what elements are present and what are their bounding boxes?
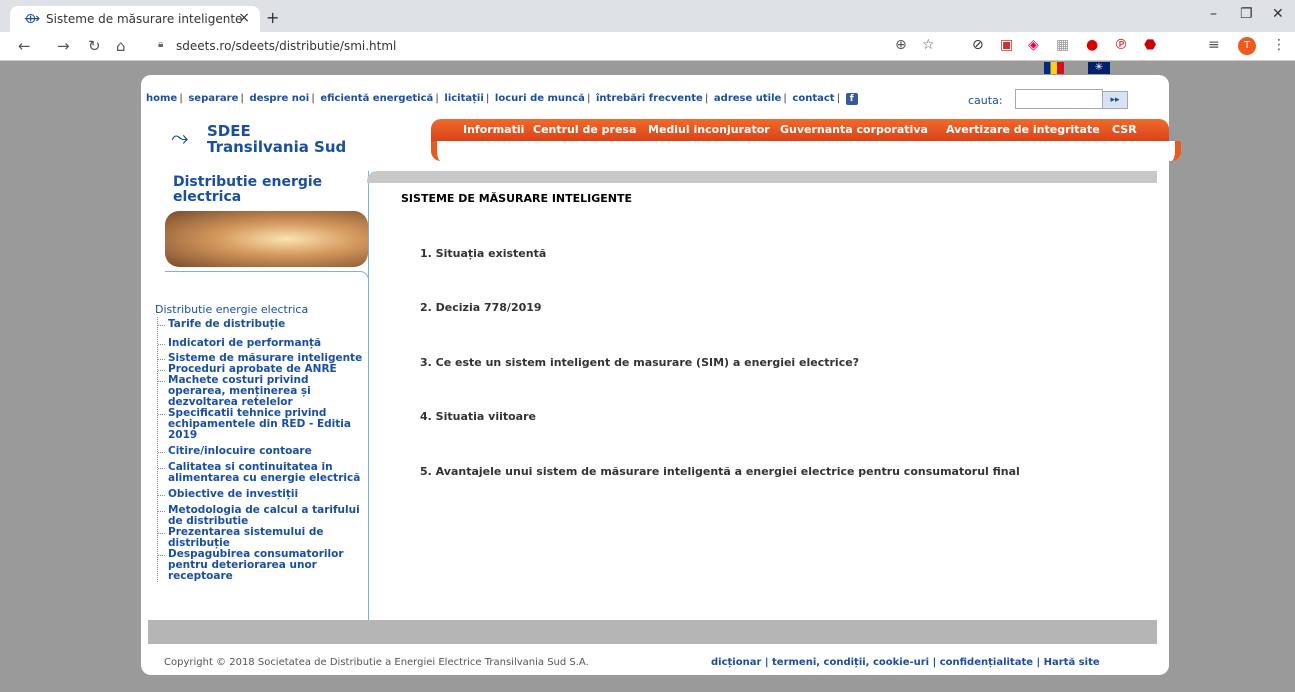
extension-block-icon[interactable]: ⊘ [972,37,984,53]
sidebar-item-obiective[interactable]: Obiective de investiții [158,489,363,500]
page-title: SISTEME DE MĂSURARE INTELIGENTE [401,192,633,205]
extension-badge-icon[interactable]: ◈ [1028,37,1039,53]
sidebar-item-machete[interactable]: Machete costuri privind operarea, mențin… [158,375,363,408]
top-link-separare[interactable]: separare [188,93,238,104]
close-window-button[interactable]: ✕ [1272,6,1284,22]
tab-close-icon[interactable]: × [238,10,250,26]
english-flag-icon[interactable]: ✳ [1088,62,1110,74]
menu-icon[interactable]: ⋮ [1272,37,1286,53]
content-link-5[interactable]: 5. Avantajele unui sistem de măsurare in… [420,465,1020,478]
romanian-flag-icon[interactable] [1044,62,1064,74]
footer-links[interactable]: dicționar | termeni, condiții, cookie-ur… [711,657,1100,668]
site-page: home | separare | despre noi | eficientă en… [141,75,1181,675]
maximize-button[interactable]: ❐ [1240,6,1253,22]
url-input[interactable]: 🔒︎ sdeets.ro/sdeets/distributie/smi.html [150,36,870,56]
facebook-icon[interactable]: f [845,93,858,105]
sdee-logo[interactable]: ⤳ SDEE Transilvania Sud [171,120,351,156]
site-favicon-icon: ⟴ [24,11,41,27]
opera-icon[interactable]: ● [1086,37,1098,53]
main-nav: Informatii Centrul de presa Mediul incon… [431,119,1169,141]
nav-csr[interactable]: CSR [1112,123,1137,136]
address-bar-row: ← → ↻ ⌂ 🔒︎ sdeets.ro/sdeets/distributie/… [0,32,1295,61]
forward-icon[interactable]: → [57,37,70,55]
language-flags: ✳ [1044,62,1124,74]
sub-nav [431,141,1181,161]
nav-centrul-de-presa[interactable]: Centrul de presa [533,123,636,136]
top-link-licitatii[interactable]: licitații [444,93,483,104]
content-bottom-bar [148,620,1157,644]
new-tab-button[interactable]: + [266,8,279,27]
nav-guvernanta[interactable]: Guvernanta corporativa [780,123,928,136]
pinterest-icon[interactable]: ℗ [1114,37,1128,53]
sidebar-tree: Tarife de distribuție Indicatori de perf… [157,317,363,582]
logo-line2: Transilvania Sud [207,138,347,156]
content-link-2[interactable]: 2. Decizia 778/2019 [420,301,542,314]
extension-grid-icon[interactable]: ▦ [1056,37,1069,53]
sidebar-divider [165,271,369,280]
url-text: sdeets.ro/sdeets/distributie/smi.html [176,39,397,53]
footer-copyright: Copyright © 2018 Societatea de Distribut… [164,657,589,668]
nav-avertizare[interactable]: Avertizare de integritate [946,123,1100,136]
profile-avatar[interactable]: T [1238,37,1256,55]
extension-pdf-icon[interactable]: ▣ [1000,37,1013,53]
bookmark-star-icon[interactable]: ☆ [922,37,935,53]
sidebar: Distributie energie electrica Distributi… [148,171,369,631]
nav-informatii[interactable]: Informatii [463,123,524,136]
top-link-adrese[interactable]: adrese utile [714,93,781,104]
home-icon[interactable]: ⌂ [116,37,126,55]
top-link-intrebari[interactable]: întrebări frecvente [596,93,703,104]
top-link-contact[interactable]: contact [792,93,834,104]
search-label: cauta: [968,94,1003,107]
logo-swoosh-icon: ⤳ [171,126,189,151]
reading-list-icon[interactable]: ≡ [1208,37,1220,53]
content-top-bar [367,171,1157,183]
sidebar-item-metodologia[interactable]: Metodologia de calcul a tarifului de dis… [158,505,363,527]
search-input[interactable] [1015,89,1103,109]
top-link-eficienta[interactable]: eficientă energetică [320,93,433,104]
content-link-1[interactable]: 1. Situația existentă [420,247,546,260]
zoom-icon[interactable]: ⊕ [895,37,907,53]
top-link-despre-noi[interactable]: despre noi [250,93,310,104]
sidebar-item-calitatea[interactable]: Calitatea si continuitatea in alimentare… [158,462,363,484]
sidebar-item-tarife[interactable]: Tarife de distribuție [158,319,363,330]
top-link-locuri[interactable]: locuri de muncă [495,93,585,104]
sidebar-item-specificatii[interactable]: Specificatii tehnice privind echipamente… [158,408,363,441]
tree-root-link[interactable]: Distributie energie electrica [155,303,308,316]
sidebar-title: Distributie energie electrica [173,174,323,205]
nav-mediul-inconjurator[interactable]: Mediul inconjurator [648,123,770,136]
content-link-3[interactable]: 3. Ce este un sistem inteligent de masur… [420,356,859,369]
sidebar-item-prezentarea[interactable]: Prezentarea sistemului de distribuție [158,527,363,549]
minimize-button[interactable]: – [1210,6,1217,22]
back-icon[interactable]: ← [18,37,31,55]
top-link-home[interactable]: home [146,93,177,104]
sidebar-item-indicatori[interactable]: Indicatori de performanță [158,338,363,349]
browser-tab[interactable]: ⟴ Sisteme de măsurare inteligente × [10,6,260,32]
lock-icon: 🔒︎ [158,39,164,50]
reload-icon[interactable]: ↻ [88,37,101,55]
sidebar-item-citire[interactable]: Citire/inlocuire contoare [158,446,363,457]
adblock-icon[interactable]: ⬣ [1144,37,1156,53]
top-links: home | separare | despre noi | eficientă en… [146,93,858,105]
sidebar-item-despagubirea[interactable]: Despagubirea consumatorilor pentru deter… [158,549,363,582]
sidebar-image [165,211,368,267]
tab-bar: ⟴ Sisteme de măsurare inteligente × + – … [0,0,1295,32]
search-button[interactable]: ▸▸ [1102,91,1128,109]
content-link-4[interactable]: 4. Situatia viitoare [420,410,536,423]
tab-title: Sisteme de măsurare inteligente [46,12,243,26]
